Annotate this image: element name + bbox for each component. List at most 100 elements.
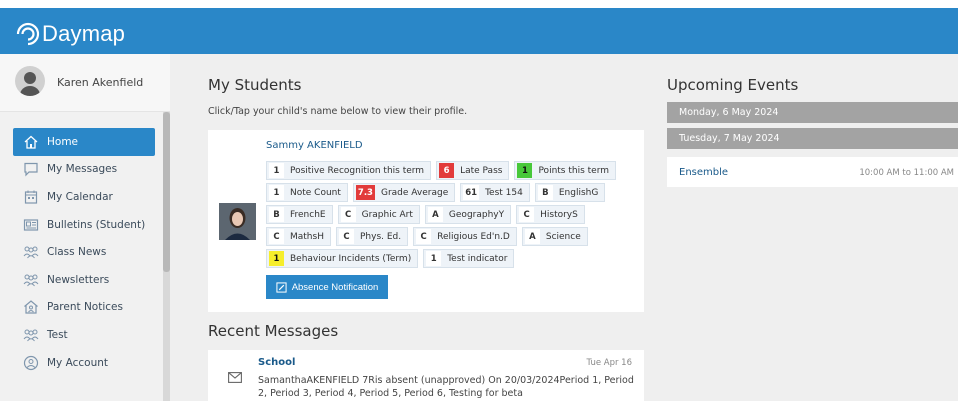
sidebar-item-label: Parent Notices [47, 301, 123, 314]
sidebar-nav: Home My Messages My Calendar Bulletins (… [13, 128, 155, 376]
indicator-label: Phys. Ed. [359, 231, 402, 242]
indicator-value: A [427, 207, 443, 222]
indicator-label: Science [545, 231, 581, 242]
calendar-icon [24, 190, 38, 204]
indicator-value: C [416, 229, 432, 244]
sidebar-item-bulletins[interactable]: Bulletins (Student) [13, 211, 155, 239]
student-portrait-icon [219, 203, 256, 240]
indicator-history[interactable]: C HistoryS [516, 205, 585, 224]
event-day-header: Monday, 6 May 2024 [667, 102, 958, 123]
indicator-french[interactable]: B FrenchE [266, 205, 333, 224]
indicator-behaviour-incidents[interactable]: 1 Behaviour Incidents (Term) [266, 249, 419, 268]
absence-notification-button[interactable]: Absence Notification [266, 275, 388, 299]
app-name: Daymap [42, 21, 126, 46]
people-icon [23, 329, 39, 342]
student-card: Sammy AKENFIELD 1 Positive Recognition th… [208, 130, 644, 312]
sidebar-item-my-messages[interactable]: My Messages [13, 156, 155, 184]
upcoming-events-title: Upcoming Events [667, 76, 799, 94]
sidebar-item-test[interactable]: Test [13, 321, 155, 349]
top-bar: Daymap [0, 0, 958, 54]
sidebar-item-label: My Messages [47, 163, 118, 176]
sidebar-item-my-account[interactable]: My Account [13, 349, 155, 377]
indicator-maths[interactable]: C MathsH [266, 227, 331, 246]
sidebar-item-my-calendar[interactable]: My Calendar [13, 183, 155, 211]
main-content: My Students Click/Tap your child's name … [170, 54, 958, 401]
message-icon [24, 163, 38, 177]
indicator-label: EnglishG [558, 187, 599, 198]
event-item[interactable]: Ensemble 10:00 AM to 11:00 AM [667, 157, 958, 187]
indicator-note-count[interactable]: 1 Note Count [266, 183, 348, 202]
user-panel[interactable]: Karen Akenfield [0, 54, 170, 112]
indicator-row-3: B FrenchE C Graphic Art A GeographyY C Histo… [266, 205, 585, 224]
indicator-positive-recognition[interactable]: 1 Positive Recognition this term [266, 161, 432, 180]
sidebar-item-label: My Account [47, 356, 109, 369]
indicator-value: 1 [269, 185, 284, 200]
home-icon [24, 135, 38, 149]
indicator-value: A [524, 229, 540, 244]
indicator-phys-ed[interactable]: C Phys. Ed. [335, 227, 409, 246]
indicator-value: 61 [463, 185, 480, 200]
message-sender: School [258, 357, 296, 368]
absence-notification-label: Absence Notification [291, 281, 379, 293]
indicator-row-2: 1 Note Count 7.3 Grade Average 61 Test 154 … [266, 183, 606, 202]
student-name-link[interactable]: Sammy AKENFIELD [266, 140, 363, 151]
indicator-value: C [519, 207, 535, 222]
student-photo[interactable] [219, 203, 256, 240]
indicator-geography[interactable]: A GeographyY [424, 205, 512, 224]
sidebar-item-label: Test [47, 328, 68, 341]
indicator-label: Religious Ed'n.D [437, 231, 510, 242]
sidebar-item-label: Class News [47, 246, 107, 259]
indicator-label: Positive Recognition this term [290, 165, 425, 176]
sidebar: Karen Akenfield Home My Messages My Cale… [0, 54, 170, 401]
sidebar-item-home[interactable]: Home [13, 128, 155, 156]
indicator-graphic-art[interactable]: C Graphic Art [337, 205, 420, 224]
indicator-value: 1 [517, 163, 533, 178]
daymap-logo-icon [16, 22, 40, 46]
indicator-value: 1 [269, 163, 284, 178]
account-icon [23, 355, 39, 370]
indicator-test-154[interactable]: 61 Test 154 [460, 183, 530, 202]
message-item[interactable]: School Tue Apr 16 SamanthaAKENFIELD 7Ris… [208, 350, 644, 401]
indicator-label: MathsH [290, 231, 324, 242]
sidebar-scroll-thumb[interactable] [163, 112, 170, 272]
my-students-subtitle: Click/Tap your child's name below to vie… [208, 106, 468, 117]
indicator-label: Test 154 [485, 187, 523, 198]
sidebar-scrollbar[interactable] [163, 112, 170, 401]
indicator-value: B [537, 185, 553, 200]
sidebar-item-newsletters[interactable]: Newsletters [13, 266, 155, 294]
indicator-religious-ed[interactable]: C Religious Ed'n.D [413, 227, 517, 246]
indicator-label: Test indicator [447, 253, 508, 264]
sidebar-item-label: My Calendar [47, 190, 113, 203]
sidebar-item-label: Newsletters [47, 273, 110, 286]
indicator-row-5: 1 Behaviour Incidents (Term) 1 Test indica… [266, 249, 515, 268]
indicator-label: Points this term [538, 165, 610, 176]
user-silhouette-icon [20, 72, 40, 96]
event-name: Ensemble [679, 167, 729, 178]
indicator-label: Behaviour Incidents (Term) [290, 253, 412, 264]
event-time: 10:00 AM to 11:00 AM [859, 168, 954, 178]
recent-messages-title: Recent Messages [208, 322, 339, 340]
indicator-value: 1 [269, 251, 284, 266]
indicator-points[interactable]: 1 Points this term [514, 161, 617, 180]
indicator-row-1: 1 Positive Recognition this term 6 Late Pa… [266, 161, 617, 180]
envelope-icon [228, 372, 242, 383]
sidebar-item-class-news[interactable]: Class News [13, 238, 155, 266]
indicator-english[interactable]: B EnglishG [534, 183, 606, 202]
avatar [15, 66, 45, 96]
indicator-label: Grade Average [380, 187, 449, 198]
sidebar-item-label: Bulletins (Student) [47, 218, 146, 231]
indicator-label: Graphic Art [361, 209, 413, 220]
my-students-title: My Students [208, 76, 302, 94]
daymap-logo[interactable]: Daymap [16, 17, 125, 51]
indicator-test-indicator[interactable]: 1 Test indicator [423, 249, 515, 268]
indicator-science[interactable]: A Science [521, 227, 588, 246]
indicator-late-pass[interactable]: 6 Late Pass [436, 161, 510, 180]
indicator-grade-average[interactable]: 7.3 Grade Average [352, 183, 456, 202]
event-day-label: Tuesday, 7 May 2024 [679, 133, 780, 144]
indicator-label: GeographyY [448, 209, 505, 220]
edit-note-icon [276, 281, 287, 293]
people-icon [23, 246, 39, 259]
indicator-value: 1 [426, 251, 442, 266]
sidebar-item-parent-notices[interactable]: Parent Notices [13, 294, 155, 322]
user-name: Karen Akenfield [57, 76, 144, 89]
